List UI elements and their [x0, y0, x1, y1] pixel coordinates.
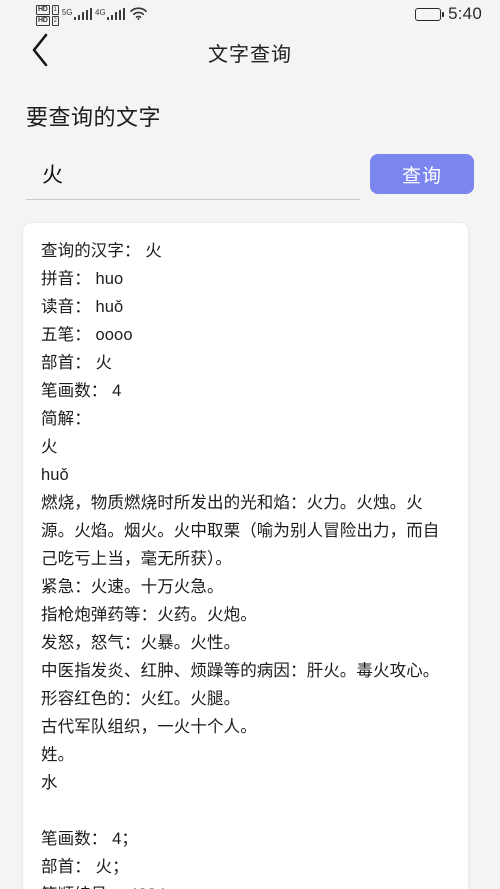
hd-badge-secondary: HD 2 — [36, 15, 59, 26]
chevron-left-icon — [30, 33, 50, 72]
hd-indicator-group: HD 1 HD 2 — [36, 3, 59, 26]
network-label-5g: 5G — [61, 7, 73, 17]
search-submit-button[interactable]: 查询 — [370, 154, 474, 194]
page-title: 文字查询 — [208, 43, 292, 66]
status-bar: HD 1 HD 2 5G 4G 5:40 — [0, 0, 500, 28]
hd-icon-secondary: HD — [36, 15, 50, 26]
search-input[interactable] — [42, 161, 356, 191]
status-clock: 5:40 — [448, 4, 482, 23]
signal-bars-icon-secondary — [106, 7, 126, 20]
sim-slot-icon: 1 — [51, 4, 59, 15]
signal-group-5g: 5G — [61, 3, 93, 20]
search-row: 查询 — [26, 154, 474, 200]
search-heading: 要查询的文字 — [26, 105, 162, 130]
status-bar-left: HD 1 HD 2 5G 4G — [36, 3, 148, 26]
status-bar-right: 5:40 — [415, 4, 482, 24]
sim-slot-icon-secondary: 2 — [51, 15, 59, 26]
signal-group-4g: 4G — [95, 3, 126, 20]
wifi-icon — [130, 3, 148, 25]
phone-screen: HD 1 HD 2 5G 4G 5:40 文字查询 要查询的文字 火 查询 查询… — [0, 0, 500, 889]
hd-icon: HD — [36, 4, 50, 15]
search-input-wrapper[interactable] — [26, 161, 360, 200]
nav-bar: 文字查询 — [0, 28, 500, 76]
signal-bars-icon — [73, 7, 93, 20]
hd-badge-primary: HD 1 — [36, 4, 59, 15]
result-body-text: 查询的汉字： 火 拼音： huo 读音： huǒ 五笔： oooo 部首： 火 … — [41, 242, 440, 889]
network-label-4g: 4G — [95, 7, 106, 17]
result-card: 查询的汉字： 火 拼音： huo 读音： huǒ 五笔： oooo 部首： 火 … — [22, 222, 469, 889]
battery-icon — [415, 7, 445, 21]
search-section: 要查询的文字 查询 — [0, 76, 500, 200]
back-button[interactable] — [20, 32, 60, 72]
